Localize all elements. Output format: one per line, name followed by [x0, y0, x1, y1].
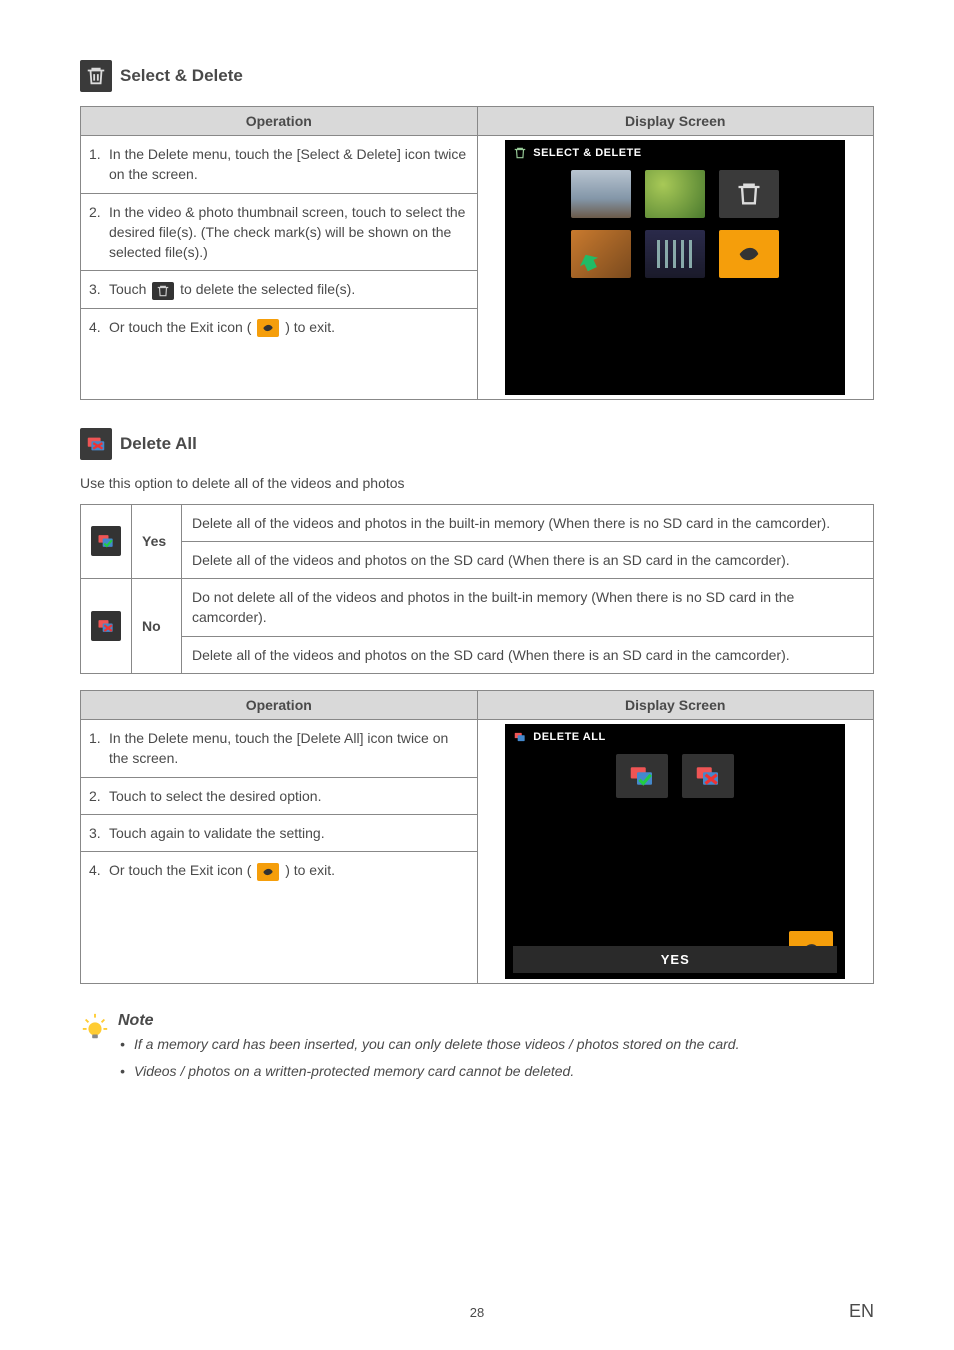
- operation-steps-2: In the Delete menu, touch the [Delete Al…: [81, 720, 477, 888]
- page-number: 28: [470, 1305, 484, 1320]
- delete-all-intro: Use this option to delete all of the vid…: [80, 474, 874, 494]
- da-step-2: Touch to select the desired option.: [81, 778, 477, 815]
- exit-inline-icon-2: [257, 863, 279, 881]
- option-thumbs-row: [513, 754, 837, 798]
- section-header-delete-all: Delete All: [80, 428, 874, 460]
- delete-all-op-table: Operation Display Screen In the Delete m…: [80, 690, 874, 984]
- operation-header: Operation: [81, 107, 478, 136]
- note-title: Note: [118, 1012, 739, 1030]
- section-header-select-delete: Select & Delete: [80, 60, 874, 92]
- panel-title-text-2: DELETE ALL: [533, 731, 605, 743]
- da-step-4-post: ) to exit.: [285, 862, 335, 878]
- note-item-1: If a memory card has been inserted, you …: [118, 1034, 739, 1055]
- display-panel-delete-all: DELETE ALL YES: [505, 724, 845, 979]
- yes-bar[interactable]: YES: [513, 946, 837, 973]
- delete-all-icon: [80, 428, 112, 460]
- panel-title-text: SELECT & DELETE: [533, 147, 641, 159]
- thumb-row-1: [513, 170, 837, 218]
- option-yes[interactable]: [616, 754, 668, 798]
- thumbnail-delete-action[interactable]: [719, 170, 779, 218]
- yes-icon: [91, 526, 121, 556]
- thumbnail-exit-action[interactable]: [719, 230, 779, 278]
- panel-title-bar-2: DELETE ALL: [513, 730, 837, 744]
- thumbnail-1[interactable]: [571, 170, 631, 218]
- trash-mini-icon: [513, 146, 527, 160]
- step-4-post: ) to exit.: [285, 319, 335, 335]
- page-footer: 28: [0, 1305, 954, 1320]
- step-4: Or touch the Exit icon ( ) to exit.: [81, 309, 477, 345]
- step-2: In the video & photo thumbnail screen, t…: [81, 194, 477, 272]
- step-3-post: to delete the selected file(s).: [180, 281, 355, 297]
- yes-label: Yes: [132, 504, 182, 579]
- exit-inline-icon: [257, 319, 279, 337]
- note-list: If a memory card has been inserted, you …: [118, 1034, 739, 1082]
- thumbnail-4[interactable]: [645, 230, 705, 278]
- operation-header-2: Operation: [81, 691, 478, 720]
- yes-desc-1: Delete all of the videos and photos in t…: [182, 504, 874, 541]
- da-step-4-pre: Or touch the Exit icon (: [109, 862, 255, 878]
- panel-title-bar: SELECT & DELETE: [513, 146, 837, 160]
- yes-desc-2: Delete all of the videos and photos on t…: [182, 541, 874, 578]
- select-delete-table: Operation Display Screen In the Delete m…: [80, 106, 874, 400]
- no-icon-cell: [81, 579, 132, 674]
- display-panel-select-delete: SELECT & DELETE: [505, 140, 845, 395]
- note-item-2: Videos / photos on a written-protected m…: [118, 1061, 739, 1082]
- thumbnail-2[interactable]: [645, 170, 705, 218]
- yes-no-table: Yes Delete all of the videos and photos …: [80, 504, 874, 674]
- step-3: Touch to delete the selected file(s).: [81, 271, 477, 308]
- note-content: Note If a memory card has been inserted,…: [118, 1012, 739, 1088]
- section-title-delete-all: Delete All: [120, 434, 197, 454]
- option-no[interactable]: [682, 754, 734, 798]
- no-icon: [91, 611, 121, 641]
- lightbulb-icon: [80, 1012, 110, 1042]
- step-3-pre: Touch: [109, 281, 150, 297]
- da-step-1: In the Delete menu, touch the [Delete Al…: [81, 720, 477, 778]
- delete-all-mini-icon: [513, 730, 527, 744]
- no-desc-2: Delete all of the videos and photos on t…: [182, 636, 874, 673]
- step-1: In the Delete menu, touch the [Select & …: [81, 136, 477, 194]
- yes-icon-cell: [81, 504, 132, 579]
- display-screen-header: Display Screen: [477, 107, 874, 136]
- trash-icon: [80, 60, 112, 92]
- step-4-pre: Or touch the Exit icon (: [109, 319, 255, 335]
- language-code: EN: [849, 1301, 874, 1322]
- thumbnail-3[interactable]: [571, 230, 631, 278]
- section-title: Select & Delete: [120, 66, 243, 86]
- no-desc-1: Do not delete all of the videos and phot…: [182, 579, 874, 637]
- no-label: No: [132, 579, 182, 674]
- note-block: Note If a memory card has been inserted,…: [80, 1012, 874, 1088]
- operation-steps: In the Delete menu, touch the [Select & …: [81, 136, 477, 345]
- thumb-row-2: [513, 230, 837, 278]
- trash-inline-icon: [152, 282, 174, 300]
- display-screen-header-2: Display Screen: [477, 691, 874, 720]
- da-step-4: Or touch the Exit icon ( ) to exit.: [81, 852, 477, 888]
- da-step-3: Touch again to validate the setting.: [81, 815, 477, 852]
